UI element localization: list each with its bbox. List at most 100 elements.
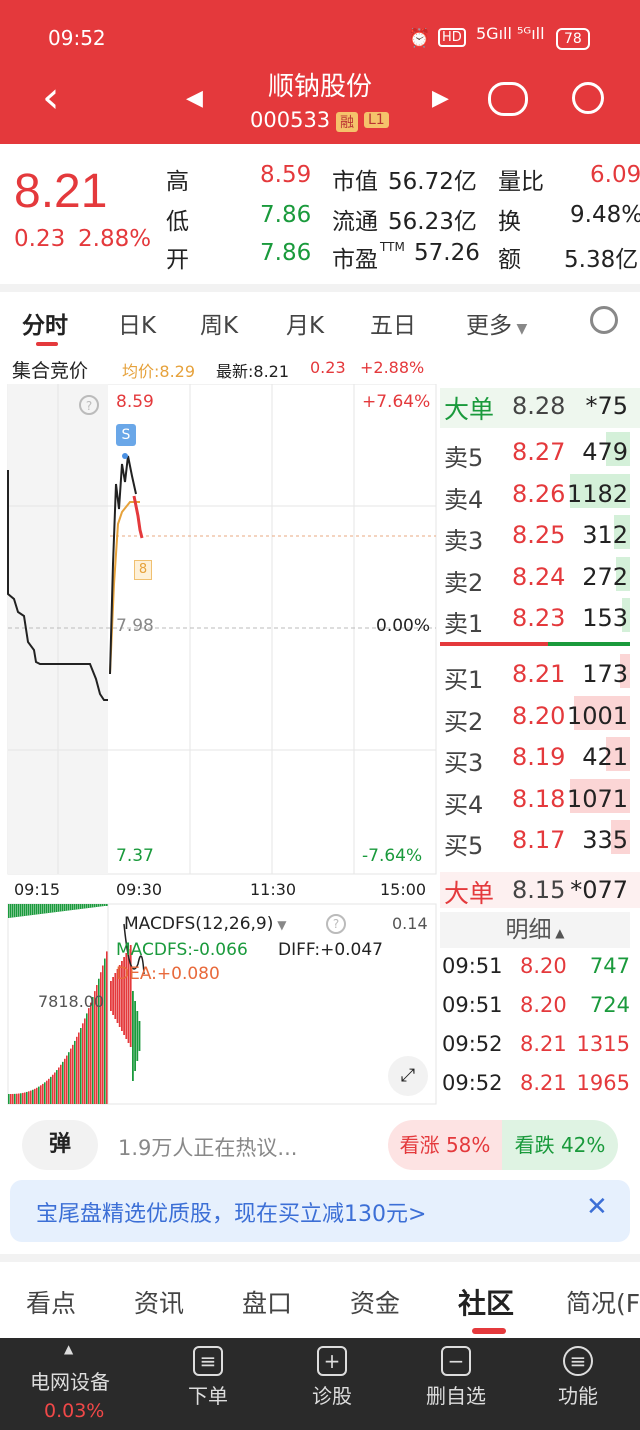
event-marker[interactable]: 8 [134, 560, 152, 580]
ask-row[interactable]: 卖1 8.23 153 [440, 598, 640, 638]
separator [0, 284, 640, 292]
bid-volume: 1001 [566, 701, 628, 730]
bearish-button[interactable]: 看跌 42% [502, 1120, 618, 1170]
volume-bar [20, 904, 22, 917]
separator [0, 1254, 640, 1262]
bid-row[interactable]: 买5 8.17 335 [440, 820, 640, 860]
volume-bar [50, 1076, 52, 1104]
current-price: 8.21 [14, 165, 108, 218]
float-value: 56.23亿 [388, 209, 477, 235]
bullish-button[interactable]: 看涨 58% [388, 1120, 502, 1170]
volume-bar [70, 904, 72, 911]
status-time: 09:52 [48, 26, 106, 50]
ask-volume: 312 [582, 521, 628, 549]
bid-row[interactable]: 买2 8.20 1001 [440, 695, 640, 736]
functions-button[interactable]: ≡ 功能 [528, 1346, 628, 1409]
volume-bar [68, 904, 70, 911]
volume-bar [42, 904, 44, 914]
sector-name[interactable]: 电网设备 [30, 1366, 110, 1395]
tab-news[interactable]: 资讯 [134, 1284, 184, 1320]
tick-time: 09:51 [442, 993, 503, 1017]
tab-weekly[interactable]: 周K [200, 306, 238, 340]
bid-volume: 1071 [566, 784, 628, 813]
volume-bar [12, 904, 14, 918]
ask-row[interactable]: 卖5 8.27 479 [440, 432, 640, 472]
volume-bar [16, 904, 18, 917]
remove-watchlist-button[interactable]: − 删自选 [406, 1346, 506, 1409]
turnover-label: 换 [498, 209, 521, 235]
macd-title[interactable]: MACDFS(12,26,9) ▼ [124, 914, 286, 934]
chart-top-price: 8.59 [116, 392, 154, 412]
volume-bar [54, 1072, 56, 1104]
ratio-bar-green [548, 642, 630, 646]
menu-icon: ≡ [563, 1346, 593, 1376]
diagnose-button[interactable]: + 诊股 [282, 1346, 382, 1409]
volume-bar [36, 1087, 38, 1104]
chart-top-pct: +7.64% [362, 392, 431, 412]
bid-price: 8.20 [512, 701, 566, 730]
ask-row[interactable]: 卖3 8.25 312 [440, 515, 640, 555]
tab-funds[interactable]: 资金 [350, 1284, 400, 1320]
bid-row[interactable]: 买1 8.21 173 [440, 654, 640, 694]
tab-community[interactable]: 社区 [458, 1282, 514, 1322]
bid-price: 8.21 [512, 660, 566, 688]
settings-icon[interactable] [590, 306, 618, 334]
robot-icon[interactable] [488, 82, 528, 116]
tab-highlights[interactable]: 看点 [26, 1284, 76, 1320]
big-order-bottom-price: 8.15 [512, 876, 566, 904]
tab-market[interactable]: 盘口 [242, 1284, 292, 1320]
volume-bar [76, 904, 78, 910]
tab-intraday[interactable]: 分时 [22, 306, 68, 340]
battery-level: 78 [564, 31, 582, 47]
volume-bar [82, 1023, 84, 1104]
tab-daily[interactable]: 日K [118, 306, 156, 340]
volume-bar [64, 904, 66, 911]
ask-row[interactable]: 卖2 8.24 272 [440, 556, 640, 597]
chart-bottom-pct: -7.64% [362, 846, 423, 866]
tab-five-day[interactable]: 五日 [370, 306, 416, 340]
bid-row[interactable]: 买3 8.19 421 [440, 737, 640, 777]
tab-monthly[interactable]: 月K [286, 306, 324, 340]
ratio-bar-red [440, 642, 548, 646]
ask-price: 8.27 [512, 438, 566, 466]
tick-volume: 1315 [576, 1032, 630, 1056]
search-icon[interactable] [572, 82, 604, 114]
sell-marker[interactable]: S [116, 424, 136, 446]
bid-row[interactable]: 买4 8.18 1071 [440, 778, 640, 819]
volume-bar [14, 1093, 16, 1104]
badge-l1: L1 [364, 112, 389, 128]
detail-label: 明细 [505, 917, 552, 943]
tab-profile[interactable]: 简况(F [566, 1284, 640, 1320]
danmu-button[interactable]: 弹 [22, 1120, 98, 1170]
svg-text:?: ? [86, 399, 92, 413]
volume-bar [88, 1008, 90, 1104]
stock-code: 000533 [250, 108, 331, 132]
order-button[interactable]: ≡ 下单 [158, 1346, 258, 1409]
chevron-down-icon: ▼ [273, 918, 287, 932]
volume-bar [48, 1078, 50, 1104]
volume-bar [28, 904, 30, 916]
ask-row[interactable]: 卖4 8.26 1182 [440, 473, 640, 514]
macd-help-icon[interactable]: ? [326, 914, 346, 934]
badge-rong: 融 [336, 112, 358, 132]
remove-icon: − [441, 1346, 471, 1376]
tab-more[interactable]: 更多 ▼ [466, 306, 527, 340]
bid-volume: 173 [582, 660, 628, 688]
avg-price: 均价:8.29 [122, 362, 196, 381]
discussion-text[interactable]: 1.9万人正在热议... [118, 1132, 297, 1162]
promo-banner[interactable]: 宝尾盘精选优质股，现在买立减130元> ✕ [10, 1180, 630, 1242]
big-order-top-price: 8.28 [512, 392, 566, 420]
time-label-0915: 09:15 [14, 880, 61, 899]
macd-value: MACDFS:-0.066 [116, 940, 248, 960]
close-icon[interactable]: ✕ [586, 1192, 608, 1222]
expand-icon[interactable]: ⤢ [388, 1056, 428, 1096]
big-order-bottom: 大单 8.15 *077 [440, 872, 640, 908]
tick-time: 09:51 [442, 954, 503, 978]
detail-header[interactable]: 明细 ▲ [440, 912, 630, 948]
volume-bar [78, 904, 80, 910]
tab-indicator [36, 342, 58, 346]
open-value: 7.86 [260, 240, 312, 266]
ask-volume: 479 [582, 438, 628, 466]
tab-indicator [472, 1328, 506, 1334]
amount-value: 5.38亿 [564, 247, 639, 273]
